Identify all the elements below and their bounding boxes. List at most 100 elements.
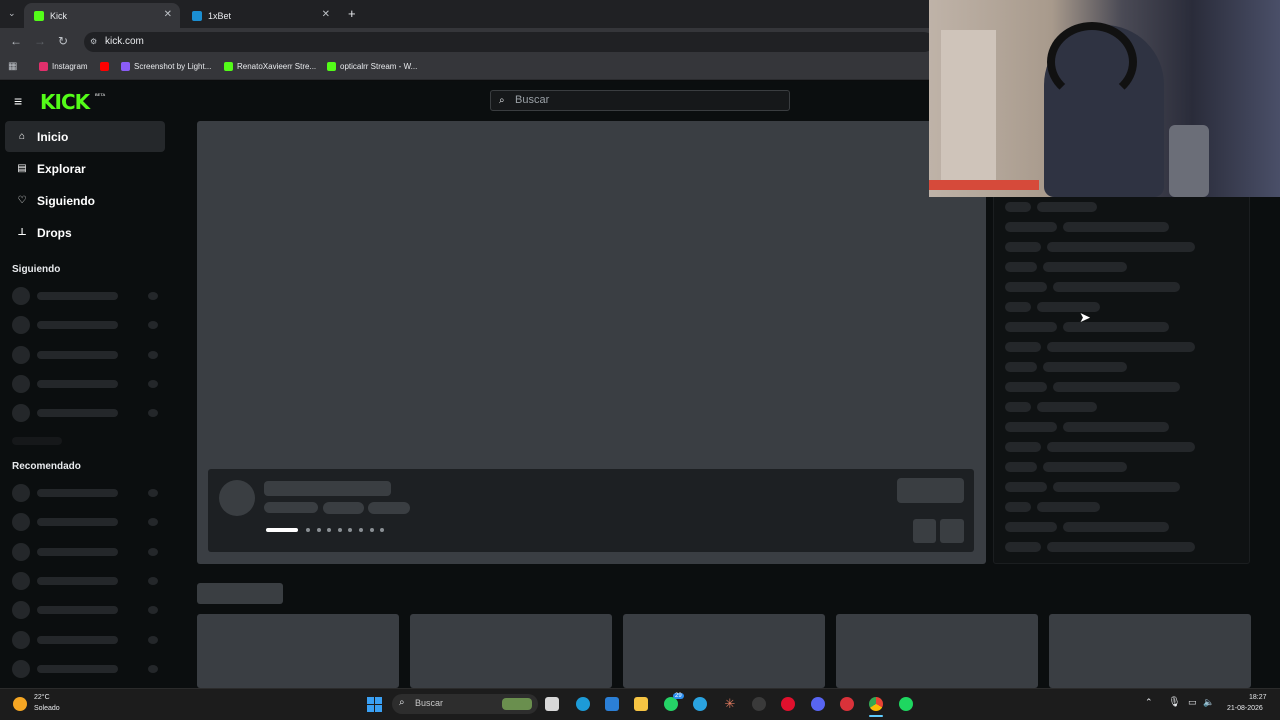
chat-username-skeleton [1005,302,1031,312]
nav-siguiendo[interactable]: ♡ Siguiendo [5,185,165,216]
volume-icon[interactable]: 🔈 [1203,697,1214,708]
chat-message-skeleton [1047,542,1195,552]
apps-grid-icon[interactable]: ▦ [8,61,17,72]
chat-username-skeleton [1005,342,1041,352]
clock-date[interactable]: 21-08-2026 [1227,705,1263,712]
claude-icon[interactable]: ✳ [723,697,737,711]
featured-meta-skeleton [368,502,410,514]
beta-badge: BETA [95,92,106,97]
new-tab-button[interactable]: + [348,6,356,21]
channel-name-skeleton [37,606,118,615]
channel-name-skeleton [37,292,118,300]
search-placeholder: Buscar [515,94,550,106]
carousel-prev-button[interactable] [913,519,936,543]
chat-username-skeleton [1005,502,1031,512]
chat-username-skeleton [1005,362,1037,372]
stream-card-thumbnail-skeleton [836,614,1038,688]
spotify-icon[interactable] [899,697,913,711]
featured-button-skeleton [897,478,964,503]
url-text: kick.com [105,36,144,47]
forward-arrow-icon[interactable]: → [34,34,46,48]
edge-icon[interactable] [576,697,590,711]
chat-username-skeleton [1005,442,1041,452]
back-arrow-icon[interactable]: ← [10,34,22,48]
bookmark-renatoxavieerr[interactable]: RenatoXavieerr Stre... [224,62,316,71]
reload-icon[interactable]: ↻ [58,34,68,48]
lightshot-icon [121,62,130,71]
microphone-icon[interactable]: 🎙 [1168,697,1181,708]
tab-close-icon[interactable]: ✕ [322,9,330,20]
stream-card-thumbnail-skeleton [197,614,399,688]
explore-icon: ▤ [17,162,27,174]
chat-username-skeleton [1005,422,1057,432]
nav-drops[interactable]: ⊥ Drops [5,217,165,248]
chrome-icon[interactable] [869,697,883,711]
viewer-count-skeleton [148,664,158,673]
whatsapp-badge: 29 [673,693,684,699]
bookmark-instagram[interactable]: Instagram [39,62,88,71]
tab-list-dropdown-icon[interactable]: ⌄ [8,8,16,19]
obs-icon[interactable] [752,697,766,711]
nav-explorar[interactable]: ▤ Explorar [5,153,165,184]
search-input[interactable]: ⌕ Buscar [490,90,790,111]
tab-1xbet[interactable]: 1xBet ✕ [182,3,338,28]
chat-message-skeleton [1053,282,1180,292]
nav-inicio[interactable]: ⌂ Inicio [5,121,165,152]
weather-sun-icon[interactable] [13,697,27,711]
bookmark-screenshot[interactable]: Screenshot by Light... [121,62,211,71]
chat-username-skeleton [1005,282,1047,292]
viewer-count-skeleton [148,350,158,359]
discord-icon[interactable] [811,697,825,711]
address-bar[interactable]: ⚙ kick.com [84,32,934,52]
webcam-keyboard-light [929,180,1039,190]
task-view-icon[interactable] [545,697,559,711]
bookmark-youtube[interactable] [100,62,113,71]
kick-favicon-icon [34,10,44,21]
webcam-door [941,30,996,180]
windows-start-icon[interactable] [367,697,382,712]
site-info-icon[interactable]: ⚙ [90,32,97,52]
kick-logo[interactable]: KICK [40,90,90,114]
bookmark-opticalrr[interactable]: opticalrr Stream - W... [327,62,417,71]
channel-avatar-skeleton [12,374,30,393]
chat-message-skeleton [1037,302,1100,312]
store-icon[interactable] [605,697,619,711]
channel-avatar-skeleton [12,630,30,649]
section-title-skeleton [197,583,283,604]
clock-time[interactable]: 18:27 [1249,694,1267,701]
show-hidden-icons-chevron-icon[interactable]: ⌃ [1145,697,1153,708]
tab-close-icon[interactable]: ✕ [164,9,172,20]
channel-name-skeleton [37,518,118,527]
bookmark-label: Screenshot by Light... [134,62,212,71]
chat-message-skeleton [1047,342,1195,352]
weather-temperature: 22°C [34,694,50,701]
chat-username-skeleton [1005,202,1031,212]
channel-avatar-skeleton [12,659,30,678]
chat-message-skeleton [1053,382,1180,392]
app-red-icon[interactable] [840,697,854,711]
tab-kick[interactable]: Kick ✕ [24,3,180,28]
chat-message-skeleton [1047,242,1195,252]
carousel-next-button[interactable] [940,519,964,543]
hamburger-menu-icon[interactable]: ≡ [14,93,22,109]
taskbar-search-box[interactable]: ⌕ Buscar [392,694,538,714]
featured-meta-skeleton [264,502,318,513]
opera-icon[interactable] [781,697,795,711]
weather-description: Soleado [34,705,60,712]
tab-1xbet-label: 1xBet [208,10,232,21]
file-explorer-icon[interactable] [634,697,648,711]
channel-name-skeleton [37,547,118,556]
telegram-icon[interactable] [693,697,707,711]
search-icon: ⌕ [499,95,505,106]
whatsapp-icon[interactable] [664,697,678,711]
channel-name-skeleton [37,321,118,330]
chat-message-skeleton [1047,442,1195,452]
featured-avatar-skeleton [219,480,255,516]
drops-icon: ⊥ [17,226,27,238]
channel-name-skeleton [37,489,118,497]
webcam-headphones [1047,22,1137,102]
carousel-dot [306,528,310,532]
instagram-icon [39,62,48,71]
carousel-dot [359,528,363,532]
network-icon[interactable]: ▭ [1188,697,1197,708]
